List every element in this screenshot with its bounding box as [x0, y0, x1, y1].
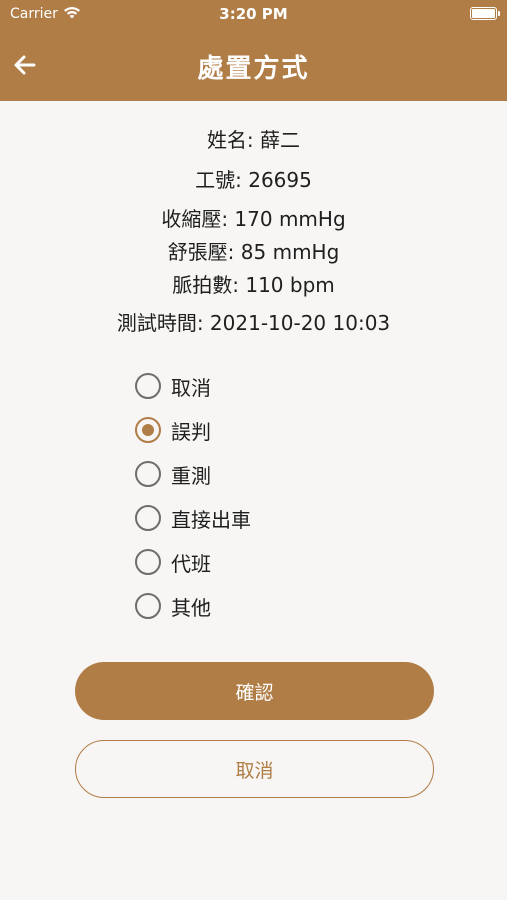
- confirm-button[interactable]: 確認: [75, 662, 434, 720]
- battery-icon: [470, 7, 500, 20]
- status-bar: Carrier 3:20 PM: [0, 0, 507, 30]
- test-time-label: 測試時間: 2021-10-20 10:03: [116, 311, 391, 335]
- option-label: 直接出車: [171, 507, 251, 532]
- option-label: 代班: [171, 551, 211, 576]
- radio-button[interactable]: [135, 549, 161, 575]
- pulse-label: 脈拍數: 110 bpm: [172, 273, 335, 297]
- disposal-options: 取消 誤判 重測 直接出車 代班 其他: [135, 364, 395, 628]
- systolic-label: 收縮壓: 170 mmHg: [161, 207, 346, 231]
- diastolic-label: 舒張壓: 85 mmHg: [167, 240, 340, 264]
- option-label: 其他: [171, 595, 211, 620]
- nav-bar: 處置方式: [0, 30, 507, 101]
- radio-button[interactable]: [135, 593, 161, 619]
- option-label: 誤判: [171, 419, 211, 444]
- radio-button[interactable]: [135, 461, 161, 487]
- radio-button[interactable]: [135, 505, 161, 531]
- option-substitute[interactable]: 代班: [135, 540, 395, 584]
- employee-id-label: 工號: 26695: [195, 168, 312, 192]
- option-other[interactable]: 其他: [135, 584, 395, 628]
- page-title: 處置方式: [197, 54, 310, 84]
- status-time: 3:20 PM: [219, 5, 288, 23]
- option-label: 取消: [171, 375, 211, 400]
- radio-button[interactable]: [135, 373, 161, 399]
- option-misjudgment[interactable]: 誤判: [135, 408, 395, 452]
- name-label: 姓名: 薛二: [206, 128, 301, 152]
- option-cancel[interactable]: 取消: [135, 364, 395, 408]
- option-retest[interactable]: 重測: [135, 452, 395, 496]
- cancel-button[interactable]: 取消: [75, 740, 434, 798]
- option-direct-dispatch[interactable]: 直接出車: [135, 496, 395, 540]
- radio-button-selected[interactable]: [135, 417, 161, 443]
- option-label: 重測: [171, 463, 211, 488]
